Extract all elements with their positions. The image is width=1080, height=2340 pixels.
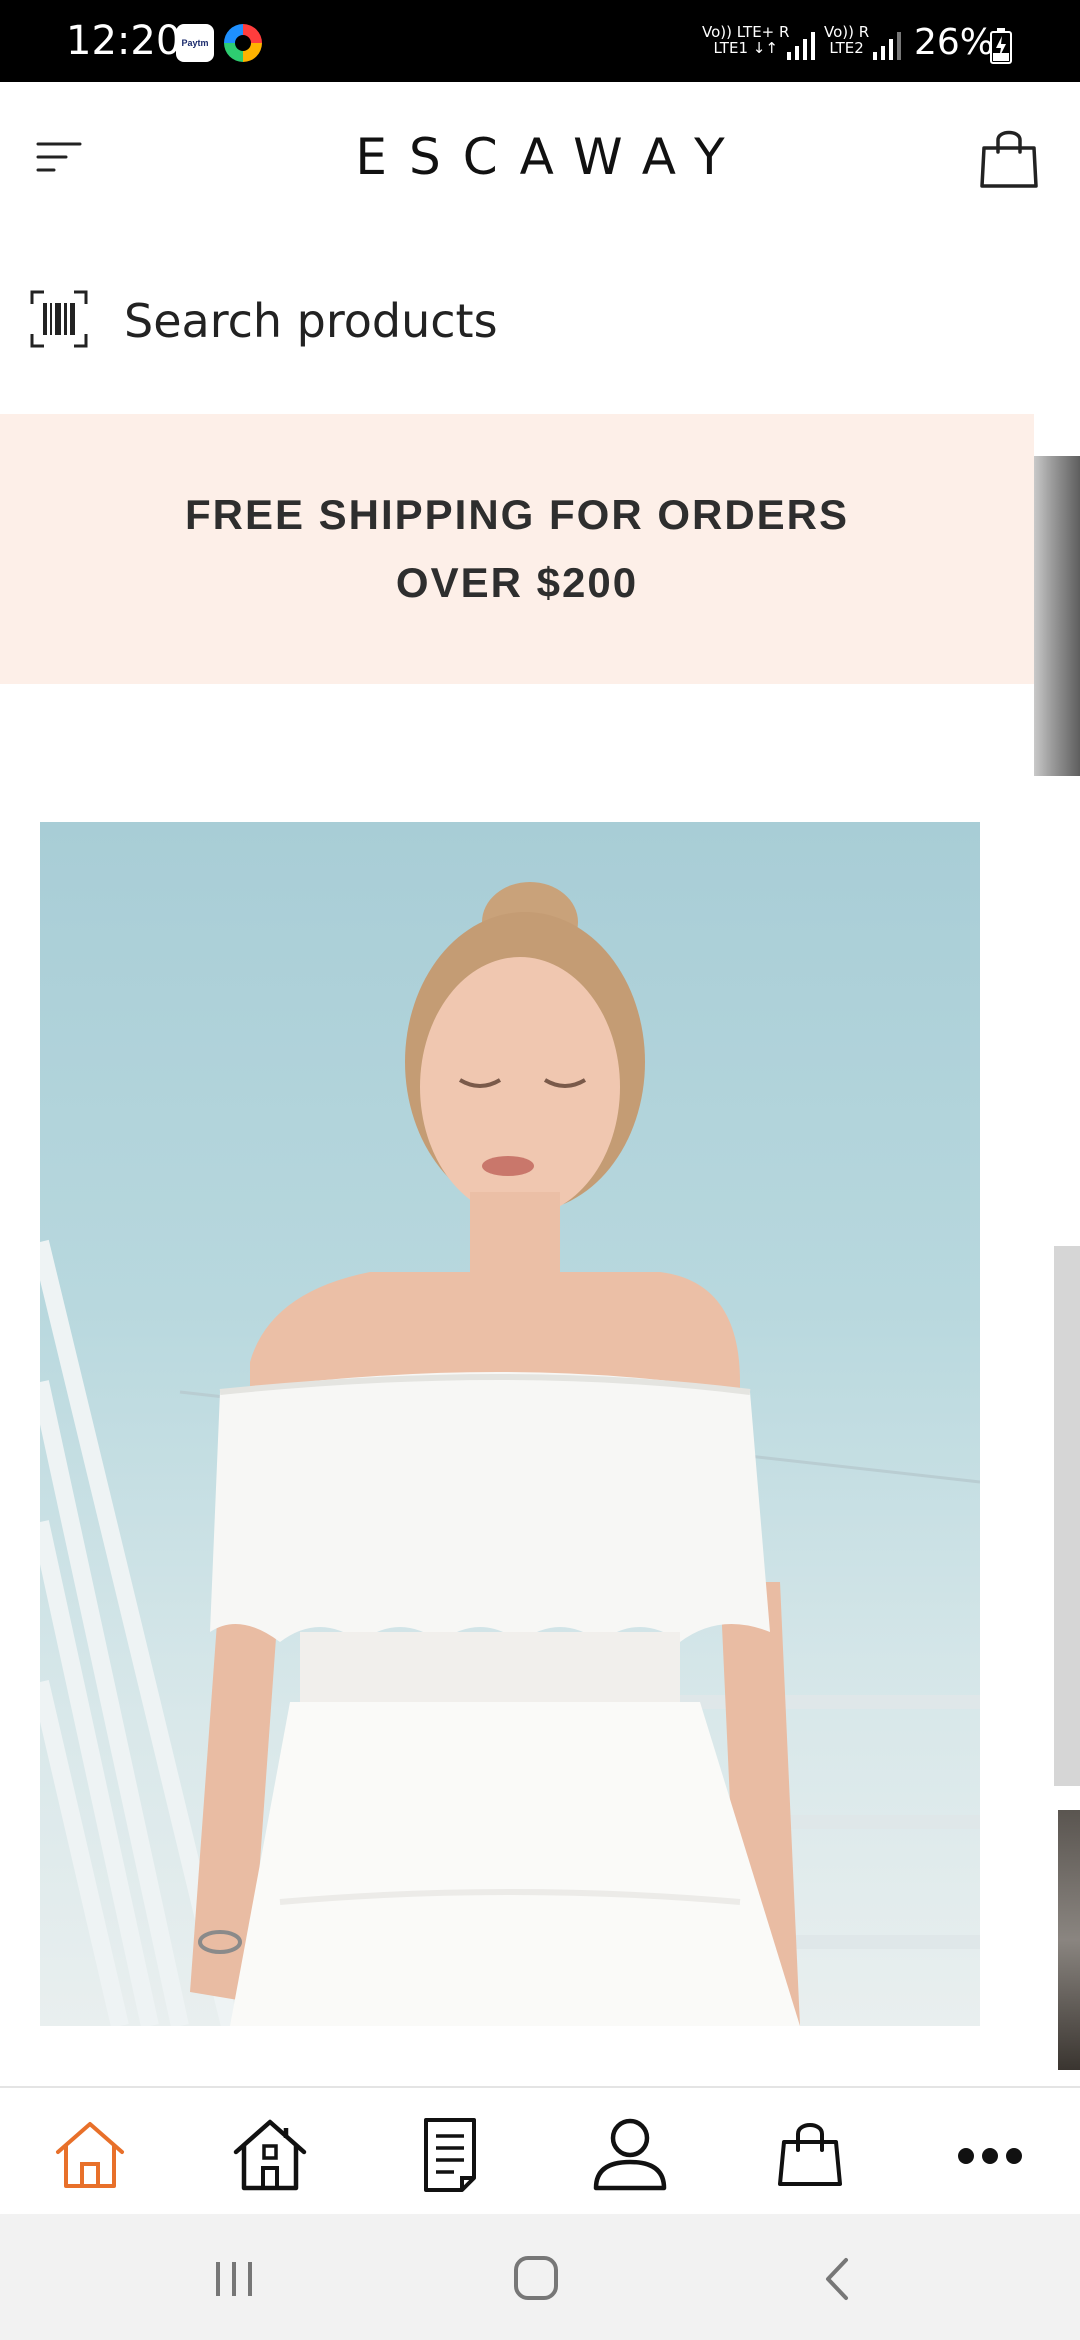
side-product-peek-2[interactable]	[1058, 1810, 1080, 2070]
sim2-label: Vo)) R LTE2	[824, 24, 869, 56]
back-icon[interactable]	[808, 2254, 868, 2304]
recents-icon[interactable]	[204, 2254, 264, 2304]
status-time: 12:20	[66, 18, 182, 64]
search-bar[interactable]: Search products	[0, 270, 1080, 370]
next-slide-peek[interactable]	[1034, 456, 1080, 776]
promo-line-1: FREE SHIPPING FOR ORDERS	[184, 491, 850, 538]
shopping-bag-icon[interactable]	[978, 126, 1040, 190]
home-outline-icon[interactable]	[50, 2116, 130, 2192]
user-icon[interactable]	[590, 2116, 670, 2192]
side-product-peek-1[interactable]	[1054, 1246, 1080, 1786]
browser-icon	[224, 24, 262, 62]
sim1-label: Vo)) LTE+ R LTE1 ↓↑	[702, 24, 789, 56]
sim2-bottom: LTE2	[829, 39, 864, 57]
house-icon[interactable]	[230, 2116, 310, 2192]
nav-more[interactable]	[950, 2116, 1030, 2192]
document-icon[interactable]	[410, 2116, 490, 2192]
paytm-label: Paytm	[181, 38, 209, 48]
nav-cart[interactable]	[770, 2116, 850, 2192]
sim1-top: Vo)) LTE+ R	[702, 23, 790, 41]
brand-logo[interactable]: ESCAWAY	[0, 128, 1080, 186]
search-input[interactable]: Search products	[124, 294, 498, 348]
app-header: ESCAWAY	[0, 82, 1080, 232]
system-navigation-bar	[0, 2214, 1080, 2340]
promo-line-2: OVER $200	[395, 559, 639, 606]
nav-account[interactable]	[590, 2116, 670, 2192]
hero-image[interactable]	[40, 822, 980, 2026]
nav-store[interactable]	[230, 2116, 310, 2192]
bottom-navigation	[0, 2086, 1080, 2214]
barcode-scan-icon[interactable]	[30, 290, 88, 348]
signal-1-icon	[787, 32, 815, 60]
more-icon[interactable]	[950, 2116, 1030, 2192]
shopping-bag-icon[interactable]	[770, 2116, 850, 2192]
battery-charging-icon	[990, 28, 1012, 64]
sim2-top: Vo)) R	[824, 23, 870, 41]
signal-2-icon	[873, 32, 901, 60]
home-icon[interactable]	[506, 2254, 566, 2304]
woman-white-dress-photo	[40, 882, 980, 2026]
battery-percent: 26%	[914, 22, 995, 63]
promo-banner[interactable]: FREE SHIPPING FOR ORDERS OVER $200	[0, 414, 1034, 684]
status-bar: 12:20 Paytm Vo)) LTE+ R LTE1 ↓↑ Vo)) R L…	[0, 0, 1080, 82]
nav-orders[interactable]	[410, 2116, 490, 2192]
nav-home[interactable]	[50, 2116, 130, 2192]
sim1-bottom: LTE1 ↓↑	[713, 39, 778, 57]
paytm-icon: Paytm	[176, 24, 214, 62]
